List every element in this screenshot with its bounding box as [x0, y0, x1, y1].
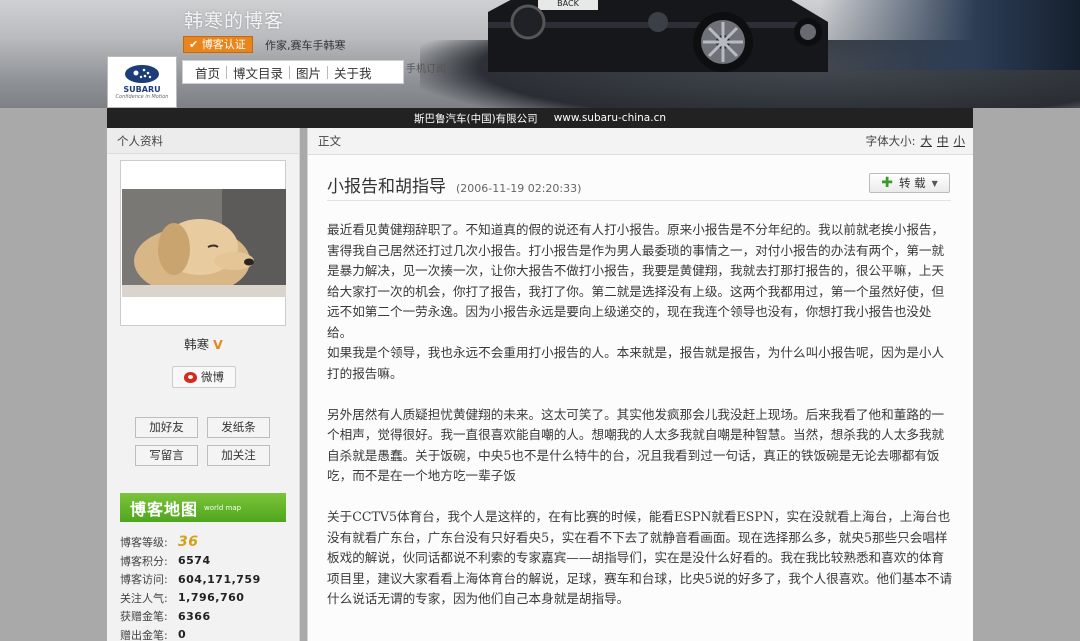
- stat-value: 1,796,760: [178, 591, 245, 605]
- post-paragraph: 最近看见黄健翔辞职了。不知道真的假的说还有人打小报告。原来小报告是不分年纪的。我…: [327, 222, 945, 340]
- author-name[interactable]: 韩寒 V: [107, 334, 300, 353]
- stat-row: 博客访问: 604,171,759: [120, 570, 290, 589]
- mobile-subscribe-link[interactable]: 手机订阅: [406, 60, 446, 75]
- banner-sky-image: [820, 0, 1080, 70]
- stat-value: 6574: [178, 554, 211, 568]
- car-image: BACK: [488, 0, 828, 72]
- stat-label: 获赠金笔:: [120, 610, 168, 624]
- avatar[interactable]: [122, 189, 286, 297]
- subaru-logo[interactable]: SUBARU Confidence in Motion: [107, 56, 177, 108]
- verified-icon: V: [213, 337, 223, 352]
- title-divider: [327, 200, 951, 201]
- font-size-large[interactable]: 大: [921, 133, 933, 149]
- post-paragraph: 关于CCTV5体育台，我个人是这样的，在有比赛的时候，能看ESPN就看ESPN，…: [327, 509, 953, 606]
- article-header-bar: 正文 字体大小: 大 中 小: [308, 128, 973, 155]
- follow-button[interactable]: 加关注: [207, 445, 270, 466]
- post-paragraph: 如果我是个领导，我也永远不会重用打小报告的人。本来就是，报告就是报告，为什么叫小…: [327, 345, 945, 381]
- svg-text:BACK: BACK: [557, 0, 579, 8]
- leave-message-button[interactable]: 写留言: [135, 445, 198, 466]
- cert-badge-label: 博客认证: [201, 38, 246, 51]
- nav-article-list[interactable]: 博文目录: [227, 63, 289, 82]
- stat-row: 赠出金笔: 0: [120, 626, 290, 641]
- blog-nav: 首页 博文目录 图片 关于我: [182, 60, 404, 84]
- avatar-frame: [120, 160, 286, 326]
- blog-map-title: 博客地图: [130, 499, 199, 519]
- stat-value: 604,171,759: [178, 572, 261, 586]
- profile-sidebar: 个人资料 韩寒 V 微博 加好友 发纸条 写留言 加关注 博客地图 world …: [107, 128, 300, 641]
- weibo-label: 微博: [201, 370, 224, 384]
- repost-button[interactable]: ✚ 转 载 ▼: [869, 173, 950, 193]
- stat-label: 博客积分:: [120, 554, 168, 568]
- plus-icon: ✚: [881, 175, 893, 191]
- sponsor-bar[interactable]: 斯巴鲁汽车(中国)有限公司 www.subaru-china.cn: [107, 108, 973, 128]
- nav-photos[interactable]: 图片: [290, 63, 327, 82]
- sponsor-name: 斯巴鲁汽车(中国)有限公司: [413, 112, 538, 125]
- stat-label: 关注人气:: [120, 591, 168, 605]
- post-timestamp: (2006-11-19 02:20:33): [456, 182, 582, 195]
- send-note-button[interactable]: 发纸条: [207, 417, 270, 438]
- chevron-down-icon: ▼: [931, 178, 938, 188]
- logo-brand-text: SUBARU: [123, 85, 161, 94]
- post-title: 小报告和胡指导: [327, 177, 446, 197]
- stat-value: 0: [178, 628, 187, 641]
- blog-stats: 博客等级: 36 博客积分: 6574 博客访问: 604,171,759 关注…: [120, 533, 290, 641]
- post-paragraph: 另外居然有人质疑担忧黄健翔的未来。这太可笑了。其实他发疯那会儿我没赶上现场。后来…: [327, 406, 945, 484]
- header-banner: BACK 韩寒的博客 ✔ 博客认证 作家,赛车手韩寒 SUBARU Confid…: [0, 0, 1080, 108]
- blog-map-banner[interactable]: 博客地图 world map: [120, 493, 286, 522]
- stat-value: 36: [178, 534, 199, 551]
- nav-home[interactable]: 首页: [189, 63, 226, 82]
- font-size-small[interactable]: 小: [954, 133, 966, 149]
- repost-label: 转 载: [898, 176, 926, 190]
- stat-value: 6366: [178, 609, 211, 623]
- weibo-icon: [184, 371, 197, 383]
- stat-row: 关注人气: 1,796,760: [120, 589, 290, 608]
- blog-title: 韩寒的博客: [184, 10, 285, 32]
- stat-label: 赠出金笔:: [120, 628, 168, 641]
- article-panel: 正文 字体大小: 大 中 小 小报告和胡指导 (2006-11-19 02:20…: [307, 128, 973, 641]
- section-label: 正文: [318, 134, 341, 148]
- stat-row: 博客积分: 6574: [120, 552, 290, 571]
- stat-row: 获赠金笔: 6366: [120, 607, 290, 626]
- author-name-text: 韩寒: [184, 337, 210, 352]
- cert-description: 作家,赛车手韩寒: [265, 39, 346, 52]
- sponsor-url: www.subaru-china.cn: [553, 112, 667, 124]
- stat-row: 博客等级: 36: [120, 533, 290, 552]
- font-size-label: 字体大小:: [865, 134, 916, 148]
- blog-map-subtitle: world map: [204, 503, 242, 512]
- weibo-button[interactable]: 微博: [172, 366, 236, 388]
- post-title-row: 小报告和胡指导 (2006-11-19 02:20:33): [327, 172, 581, 197]
- subaru-stars-icon: [125, 65, 159, 83]
- font-size-medium[interactable]: 中: [937, 133, 949, 149]
- logo-slogan-text: Confidence in Motion: [115, 94, 169, 100]
- post-body: 最近看见黄健翔辞职了。不知道真的假的说还有人打小报告。原来小报告是不分年纪的。我…: [327, 220, 953, 610]
- nav-about[interactable]: 关于我: [328, 63, 378, 82]
- checkmark-icon: ✔: [189, 38, 202, 51]
- blog-cert-badge[interactable]: ✔ 博客认证: [183, 36, 253, 53]
- font-size-control: 字体大小: 大 中 小: [866, 133, 965, 149]
- add-friend-button[interactable]: 加好友: [135, 417, 198, 438]
- profile-section-title: 个人资料: [107, 128, 299, 154]
- stat-label: 博客访问:: [120, 573, 168, 587]
- stat-label: 博客等级:: [120, 536, 168, 550]
